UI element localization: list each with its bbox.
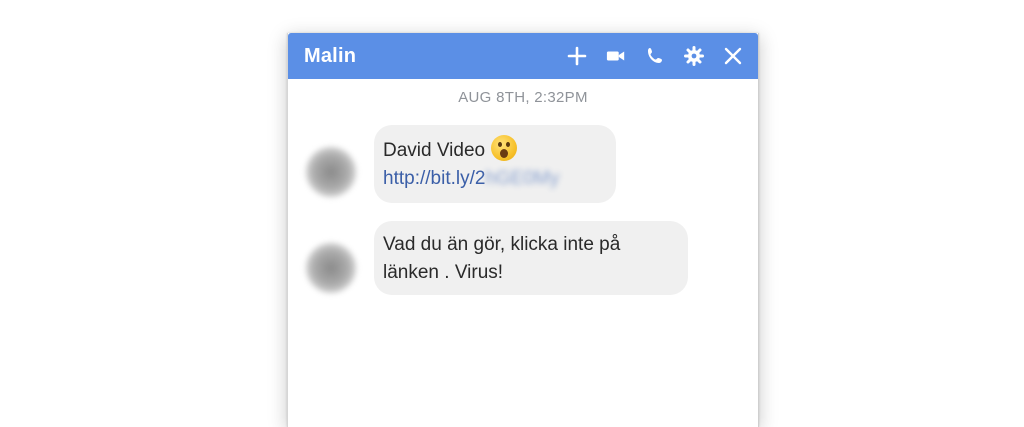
close-icon[interactable] (722, 45, 744, 67)
avatar[interactable] (306, 243, 356, 293)
chat-window: Malin AUG 8TH, 2:32PM David Video http:/… (287, 33, 759, 427)
message-text: David Video (383, 140, 486, 161)
message-text-line: Vad du än gör, klicka inte på (383, 234, 621, 255)
header-actions (566, 45, 744, 67)
settings-icon[interactable] (683, 45, 705, 67)
avatar[interactable] (306, 147, 356, 197)
message-bubble: Vad du än gör, klicka inte på länken . V… (374, 221, 688, 295)
phone-icon[interactable] (644, 45, 666, 67)
chat-header: Malin (288, 33, 758, 79)
message-text-line: David Video (383, 135, 600, 165)
message-bubble: David Video http://bit.ly/2hGE0My (374, 125, 616, 203)
add-icon[interactable] (566, 45, 588, 67)
video-call-icon[interactable] (605, 45, 627, 67)
link-text[interactable]: http://bit.ly/2 (383, 168, 485, 189)
link-text-redacted[interactable]: hGE0My (485, 168, 559, 189)
message-link[interactable]: http://bit.ly/2hGE0My (383, 165, 600, 193)
message-timestamp: AUG 8TH, 2:32PM (458, 89, 588, 106)
contact-name[interactable]: Malin (304, 45, 356, 68)
astonished-face-emoji-icon (491, 135, 518, 161)
message-text-line: länken . Virus! (383, 262, 504, 283)
